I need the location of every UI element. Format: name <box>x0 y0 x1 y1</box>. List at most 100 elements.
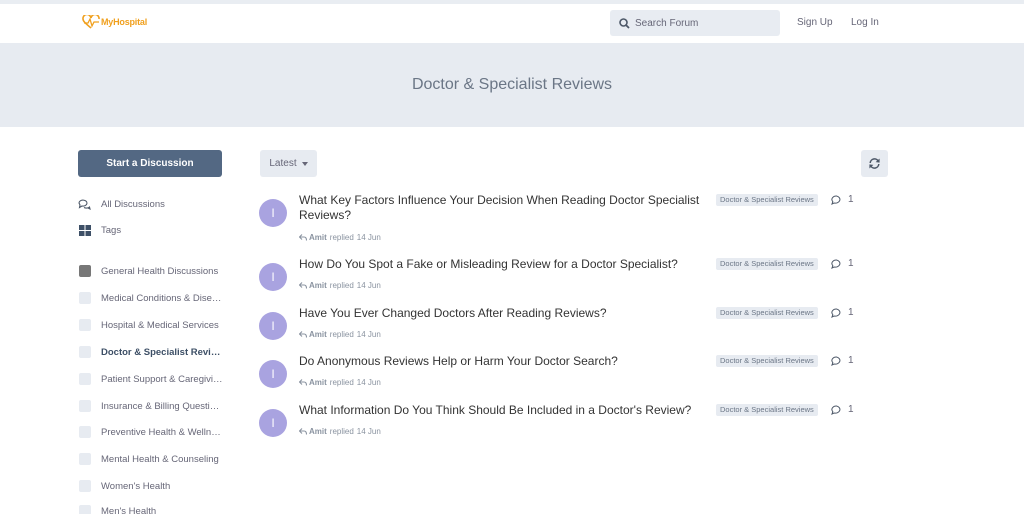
sidebar-tag-mental-health[interactable]: Mental Health & Counseling <box>78 453 219 465</box>
discussion-row[interactable]: I What Information Do You Think Should B… <box>259 403 859 453</box>
reply-date: 14 Jun <box>356 378 381 387</box>
discussion-row[interactable]: I How Do You Spot a Fake or Misleading R… <box>259 257 859 307</box>
reply-icon <box>299 428 307 435</box>
sidebar-tag-label: General Health Discussions <box>101 265 219 277</box>
reply-count: 1 <box>831 258 854 269</box>
discussion-title[interactable]: Have You Ever Changed Doctors After Read… <box>299 306 704 321</box>
tag-color-swatch <box>78 265 91 277</box>
discussion-tag[interactable]: Doctor & Specialist Reviews <box>716 258 818 270</box>
author-name[interactable]: Amit <box>309 233 327 242</box>
discussion-tag[interactable]: Doctor & Specialist Reviews <box>716 307 818 319</box>
author-name[interactable]: Amit <box>309 378 327 387</box>
comment-icon <box>831 258 841 269</box>
discussion-title[interactable]: How Do You Spot a Fake or Misleading Rev… <box>299 257 704 272</box>
tag-color-swatch <box>78 319 91 331</box>
search-input[interactable] <box>635 17 765 29</box>
reply-count-value: 1 <box>848 194 854 205</box>
sidebar-tag-womens-health[interactable]: Women's Health <box>78 480 170 492</box>
sidebar-tag-label: Hospital & Medical Services <box>101 319 219 331</box>
reply-count-value: 1 <box>848 404 854 415</box>
reply-count-value: 1 <box>848 307 854 318</box>
discussion-meta: Amit replied 14 Jun <box>299 427 381 436</box>
avatar[interactable]: I <box>259 360 287 388</box>
discussion-title[interactable]: What Key Factors Influence Your Decision… <box>299 193 704 223</box>
reply-date: 14 Jun <box>356 281 381 290</box>
sidebar-tag-label: Preventive Health & Wellness <box>101 426 223 438</box>
sidebar-tag-doctor-reviews[interactable]: Doctor & Specialist Reviews <box>78 346 223 358</box>
author-name[interactable]: Amit <box>309 281 327 290</box>
reply-icon <box>299 379 307 386</box>
reply-count: 1 <box>831 307 854 318</box>
reply-icon <box>299 282 307 289</box>
heartbeat-logo-icon <box>82 15 100 29</box>
discussion-tag[interactable]: Doctor & Specialist Reviews <box>716 404 818 416</box>
sidebar-item-label: Tags <box>101 225 122 236</box>
site-logo[interactable]: MyHospital <box>82 15 147 29</box>
sidebar-tag-label: Men's Health <box>101 505 157 514</box>
sidebar-tag-patient-support[interactable]: Patient Support & Caregiving <box>78 373 223 385</box>
sidebar-item-all-discussions[interactable]: All Discussions <box>78 199 165 210</box>
sidebar-tag-label: Insurance & Billing Questions <box>101 400 223 412</box>
refresh-icon <box>869 158 880 169</box>
avatar[interactable]: I <box>259 199 287 227</box>
comment-icon <box>831 194 841 205</box>
reply-action: replied <box>329 330 354 339</box>
comment-icon <box>831 404 841 415</box>
author-name[interactable]: Amit <box>309 427 327 436</box>
log-in-link[interactable]: Log In <box>851 17 879 28</box>
comment-icon <box>831 307 841 318</box>
sidebar-tag-mens-health[interactable]: Men's Health <box>78 505 156 514</box>
avatar[interactable]: I <box>259 312 287 340</box>
tags-grid-icon <box>78 225 91 236</box>
tag-color-swatch <box>78 292 91 304</box>
sidebar-tag-label: Medical Conditions & Diseases <box>101 292 223 304</box>
discussion-row[interactable]: I What Key Factors Influence Your Decisi… <box>259 193 859 243</box>
hero-banner: Doctor & Specialist Reviews <box>0 43 1024 127</box>
sidebar-tag-label: Doctor & Specialist Reviews <box>101 346 223 358</box>
discussion-tag[interactable]: Doctor & Specialist Reviews <box>716 194 818 206</box>
discussion-title[interactable]: What Information Do You Think Should Be … <box>299 403 704 418</box>
avatar[interactable]: I <box>259 263 287 291</box>
comments-icon <box>78 199 91 210</box>
discussion-row[interactable]: I Have You Ever Changed Doctors After Re… <box>259 306 859 356</box>
reply-date: 14 Jun <box>356 233 381 242</box>
tag-color-swatch <box>78 426 91 438</box>
tag-color-swatch <box>78 373 91 385</box>
sidebar-item-label: All Discussions <box>101 199 165 210</box>
sidebar-tag-preventive-health[interactable]: Preventive Health & Wellness <box>78 426 223 438</box>
sidebar-item-tags[interactable]: Tags <box>78 225 121 236</box>
page-title: Doctor & Specialist Reviews <box>411 76 613 93</box>
comment-icon <box>831 355 841 366</box>
sidebar-tag-insurance-billing[interactable]: Insurance & Billing Questions <box>78 400 223 412</box>
discussion-title[interactable]: Do Anonymous Reviews Help or Harm Your D… <box>299 354 704 369</box>
tag-color-swatch <box>78 505 91 514</box>
reply-count-value: 1 <box>848 355 854 366</box>
discussion-row[interactable]: I Do Anonymous Reviews Help or Harm Your… <box>259 354 859 404</box>
reply-count-value: 1 <box>848 258 854 269</box>
reply-action: replied <box>329 281 354 290</box>
caret-down-icon <box>301 161 308 166</box>
refresh-button[interactable] <box>861 150 888 177</box>
reply-action: replied <box>329 233 354 242</box>
sidebar-tag-medical-conditions[interactable]: Medical Conditions & Diseases <box>78 292 223 304</box>
reply-count: 1 <box>831 404 854 415</box>
logo-text: MyHospital <box>101 17 148 27</box>
avatar[interactable]: I <box>259 409 287 437</box>
sort-dropdown-button[interactable]: Latest <box>260 150 317 177</box>
search-box[interactable] <box>610 10 780 36</box>
sidebar-tag-hospital-services[interactable]: Hospital & Medical Services <box>78 319 219 331</box>
tag-color-swatch <box>78 453 91 465</box>
reply-date: 14 Jun <box>356 427 381 436</box>
reply-icon <box>299 234 307 241</box>
reply-icon <box>299 331 307 338</box>
author-name[interactable]: Amit <box>309 330 327 339</box>
search-icon <box>619 17 630 29</box>
sidebar-tag-general-health[interactable]: General Health Discussions <box>78 265 218 277</box>
sort-label: Latest <box>269 158 297 169</box>
sign-up-link[interactable]: Sign Up <box>797 17 833 28</box>
tag-color-swatch <box>78 400 91 412</box>
tag-color-swatch <box>78 346 91 358</box>
reply-action: replied <box>329 378 354 387</box>
start-discussion-button[interactable]: Start a Discussion <box>78 150 222 177</box>
discussion-tag[interactable]: Doctor & Specialist Reviews <box>716 355 818 367</box>
